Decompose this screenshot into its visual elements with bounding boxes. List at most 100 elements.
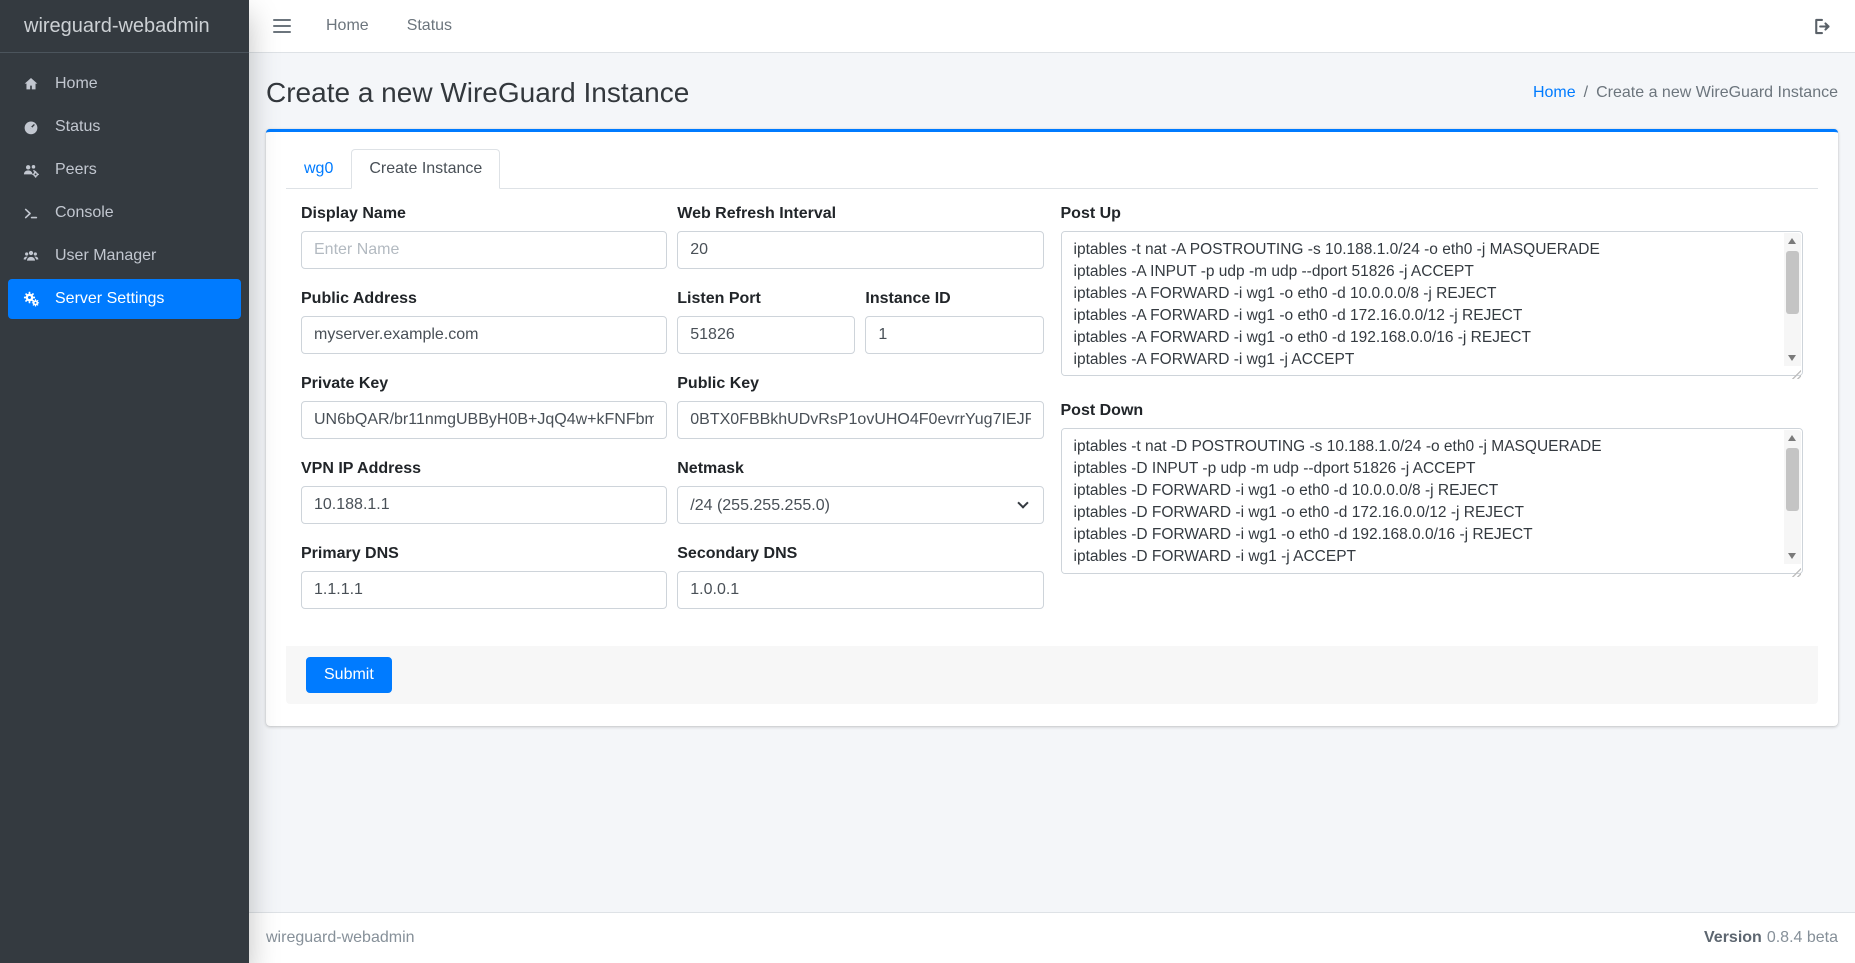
instance-id-label: Instance ID xyxy=(865,290,1043,308)
secondary-dns-input[interactable] xyxy=(677,571,1043,609)
instance-id-group: Instance ID xyxy=(865,290,1043,354)
public-address-input[interactable] xyxy=(301,316,667,354)
breadcrumb-separator: / xyxy=(1584,84,1588,102)
form-left-columns: Display Name Web Refresh Interval Public… xyxy=(301,205,1044,630)
public-key-group: Public Key xyxy=(677,375,1043,439)
breadcrumb-home-link[interactable]: Home xyxy=(1533,84,1576,102)
public-address-label: Public Address xyxy=(301,290,667,308)
content-wrapper: Create a new WireGuard Instance Home / C… xyxy=(249,53,1855,912)
vpn-ip-group: VPN IP Address xyxy=(301,460,667,524)
navbar-link-home[interactable]: Home xyxy=(317,9,378,43)
scroll-up-button[interactable] xyxy=(1784,430,1801,446)
listen-port-input[interactable] xyxy=(677,316,855,354)
sidebar-item-user-manager[interactable]: User Manager xyxy=(8,236,241,276)
sidebar-brand[interactable]: wireguard-webadmin xyxy=(0,0,249,53)
breadcrumb-current: Create a new WireGuard Instance xyxy=(1596,84,1838,102)
post-down-label: Post Down xyxy=(1061,402,1804,420)
terminal-icon xyxy=(20,205,42,222)
private-key-group: Private Key xyxy=(301,375,667,439)
post-down-group: Post Down iptables -t nat -D POSTROUTING… xyxy=(1061,402,1804,579)
logout-button[interactable] xyxy=(1805,12,1838,41)
netmask-label: Netmask xyxy=(677,460,1043,478)
users-gear-icon xyxy=(20,162,42,179)
post-down-textarea[interactable]: iptables -t nat -D POSTROUTING -s 10.188… xyxy=(1061,428,1804,574)
display-name-label: Display Name xyxy=(301,205,667,223)
instance-tabs: wg0 Create Instance xyxy=(286,149,1818,189)
screen: wireguard-webadmin Home Status xyxy=(0,0,1855,963)
content-header: Create a new WireGuard Instance Home / C… xyxy=(249,53,1855,110)
sidebar-item-server-settings[interactable]: Server Settings xyxy=(8,279,241,319)
post-up-scrollbar[interactable] xyxy=(1784,233,1801,366)
navbar-link-status[interactable]: Status xyxy=(398,9,461,43)
primary-dns-input[interactable] xyxy=(301,571,667,609)
scroll-down-button[interactable] xyxy=(1784,548,1801,564)
web-refresh-label: Web Refresh Interval xyxy=(677,205,1043,223)
footer-version-value: 0.8.4 beta xyxy=(1767,929,1838,946)
instance-card: wg0 Create Instance Display Name Web Ref… xyxy=(266,129,1838,726)
scroll-up-button[interactable] xyxy=(1784,233,1801,249)
breadcrumb: Home / Create a new WireGuard Instance xyxy=(1533,84,1838,102)
instance-id-input[interactable] xyxy=(865,316,1043,354)
form-right-column: Post Up iptables -t nat -A POSTROUTING -… xyxy=(1061,205,1804,630)
sidebar-item-label: User Manager xyxy=(55,247,156,265)
submit-strip: Submit xyxy=(286,646,1818,704)
gears-icon xyxy=(20,291,42,308)
post-up-group: Post Up iptables -t nat -A POSTROUTING -… xyxy=(1061,205,1804,381)
sidebar-item-peers[interactable]: Peers xyxy=(8,150,241,190)
submit-button[interactable]: Submit xyxy=(306,657,392,693)
listen-port-label: Listen Port xyxy=(677,290,855,308)
sidebar-item-label: Home xyxy=(55,75,98,93)
post-up-label: Post Up xyxy=(1061,205,1804,223)
scroll-down-button[interactable] xyxy=(1784,350,1801,366)
users-icon xyxy=(20,248,42,265)
home-icon xyxy=(20,76,42,93)
footer-brand: wireguard-webadmin xyxy=(266,929,415,947)
listen-port-group: Listen Port xyxy=(677,290,855,354)
public-address-group: Public Address xyxy=(301,290,667,354)
web-refresh-input[interactable] xyxy=(677,231,1043,269)
post-up-wrap: iptables -t nat -A POSTROUTING -s 10.188… xyxy=(1061,231,1804,381)
footer-version-label: Version xyxy=(1704,929,1762,946)
scrollbar-track[interactable] xyxy=(1784,446,1801,548)
web-refresh-group: Web Refresh Interval xyxy=(677,205,1043,269)
sidebar-item-label: Status xyxy=(55,118,100,136)
netmask-select[interactable]: /24 (255.255.255.0) xyxy=(677,486,1043,524)
scrollbar-thumb[interactable] xyxy=(1786,448,1799,511)
sidebar-item-console[interactable]: Console xyxy=(8,193,241,233)
tab-wg0[interactable]: wg0 xyxy=(286,149,351,189)
navbar-right xyxy=(1805,12,1838,41)
scrollbar-thumb[interactable] xyxy=(1786,251,1799,314)
main-footer: wireguard-webadmin Version 0.8.4 beta xyxy=(249,912,1855,963)
sign-out-icon xyxy=(1811,16,1832,37)
sidebar-item-label: Console xyxy=(55,204,114,222)
primary-dns-group: Primary DNS xyxy=(301,545,667,609)
tab-create-instance[interactable]: Create Instance xyxy=(351,149,500,189)
scrollbar-track[interactable] xyxy=(1784,249,1801,350)
post-down-scrollbar[interactable] xyxy=(1784,430,1801,564)
netmask-group: Netmask /24 (255.255.255.0) xyxy=(677,460,1043,524)
footer-version: Version 0.8.4 beta xyxy=(1704,929,1838,947)
sidebar-item-status[interactable]: Status xyxy=(8,107,241,147)
create-instance-form: Display Name Web Refresh Interval Public… xyxy=(286,205,1818,630)
vpn-ip-label: VPN IP Address xyxy=(301,460,667,478)
display-name-input[interactable] xyxy=(301,231,667,269)
main-area: Home Status Create a new WireGuard Insta… xyxy=(249,0,1855,963)
post-up-textarea[interactable]: iptables -t nat -A POSTROUTING -s 10.188… xyxy=(1061,231,1804,376)
public-key-input[interactable] xyxy=(677,401,1043,439)
sidebar-item-label: Server Settings xyxy=(55,290,164,308)
secondary-dns-label: Secondary DNS xyxy=(677,545,1043,563)
post-down-wrap: iptables -t nat -D POSTROUTING -s 10.188… xyxy=(1061,428,1804,579)
vpn-ip-input[interactable] xyxy=(301,486,667,524)
sidebar: wireguard-webadmin Home Status xyxy=(0,0,249,963)
private-key-input[interactable] xyxy=(301,401,667,439)
menu-toggle-button[interactable] xyxy=(273,14,297,38)
sidebar-menu: Home Status xyxy=(0,53,249,319)
private-key-label: Private Key xyxy=(301,375,667,393)
instance-card-body: wg0 Create Instance Display Name Web Ref… xyxy=(266,132,1838,726)
tachometer-icon xyxy=(20,119,42,136)
sidebar-item-home[interactable]: Home xyxy=(8,64,241,104)
public-key-label: Public Key xyxy=(677,375,1043,393)
port-id-row: Listen Port Instance ID xyxy=(677,290,1043,375)
secondary-dns-group: Secondary DNS xyxy=(677,545,1043,609)
primary-dns-label: Primary DNS xyxy=(301,545,667,563)
